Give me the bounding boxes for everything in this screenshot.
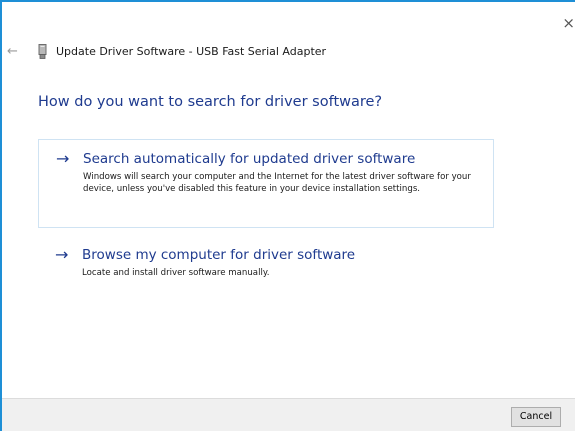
back-button[interactable]: ← [7, 44, 23, 60]
cancel-button[interactable]: Cancel [511, 407, 561, 427]
usb-device-icon [38, 44, 47, 59]
dialog-footer: Cancel [2, 398, 575, 431]
close-button[interactable]: × [561, 14, 575, 32]
search-automatically-option[interactable]: → Search automatically for updated drive… [38, 139, 494, 228]
option-description: Windows will search your computer and th… [83, 172, 471, 194]
browse-computer-option[interactable]: → Browse my computer for driver software… [38, 242, 494, 292]
back-arrow-icon: ← [7, 44, 18, 59]
page-heading: How do you want to search for driver sof… [38, 94, 383, 110]
option-title: Search automatically for updated driver … [83, 151, 416, 167]
close-icon: × [562, 14, 575, 32]
arrow-right-icon: → [55, 245, 69, 264]
option-description: Locate and install driver software manua… [82, 268, 270, 278]
option-title: Browse my computer for driver software [82, 247, 356, 263]
arrow-right-icon: → [56, 149, 70, 168]
window-title: Update Driver Software - USB Fast Serial… [56, 45, 327, 58]
dialog-window: × ← Update Driver Software - USB Fast Se… [0, 0, 575, 431]
